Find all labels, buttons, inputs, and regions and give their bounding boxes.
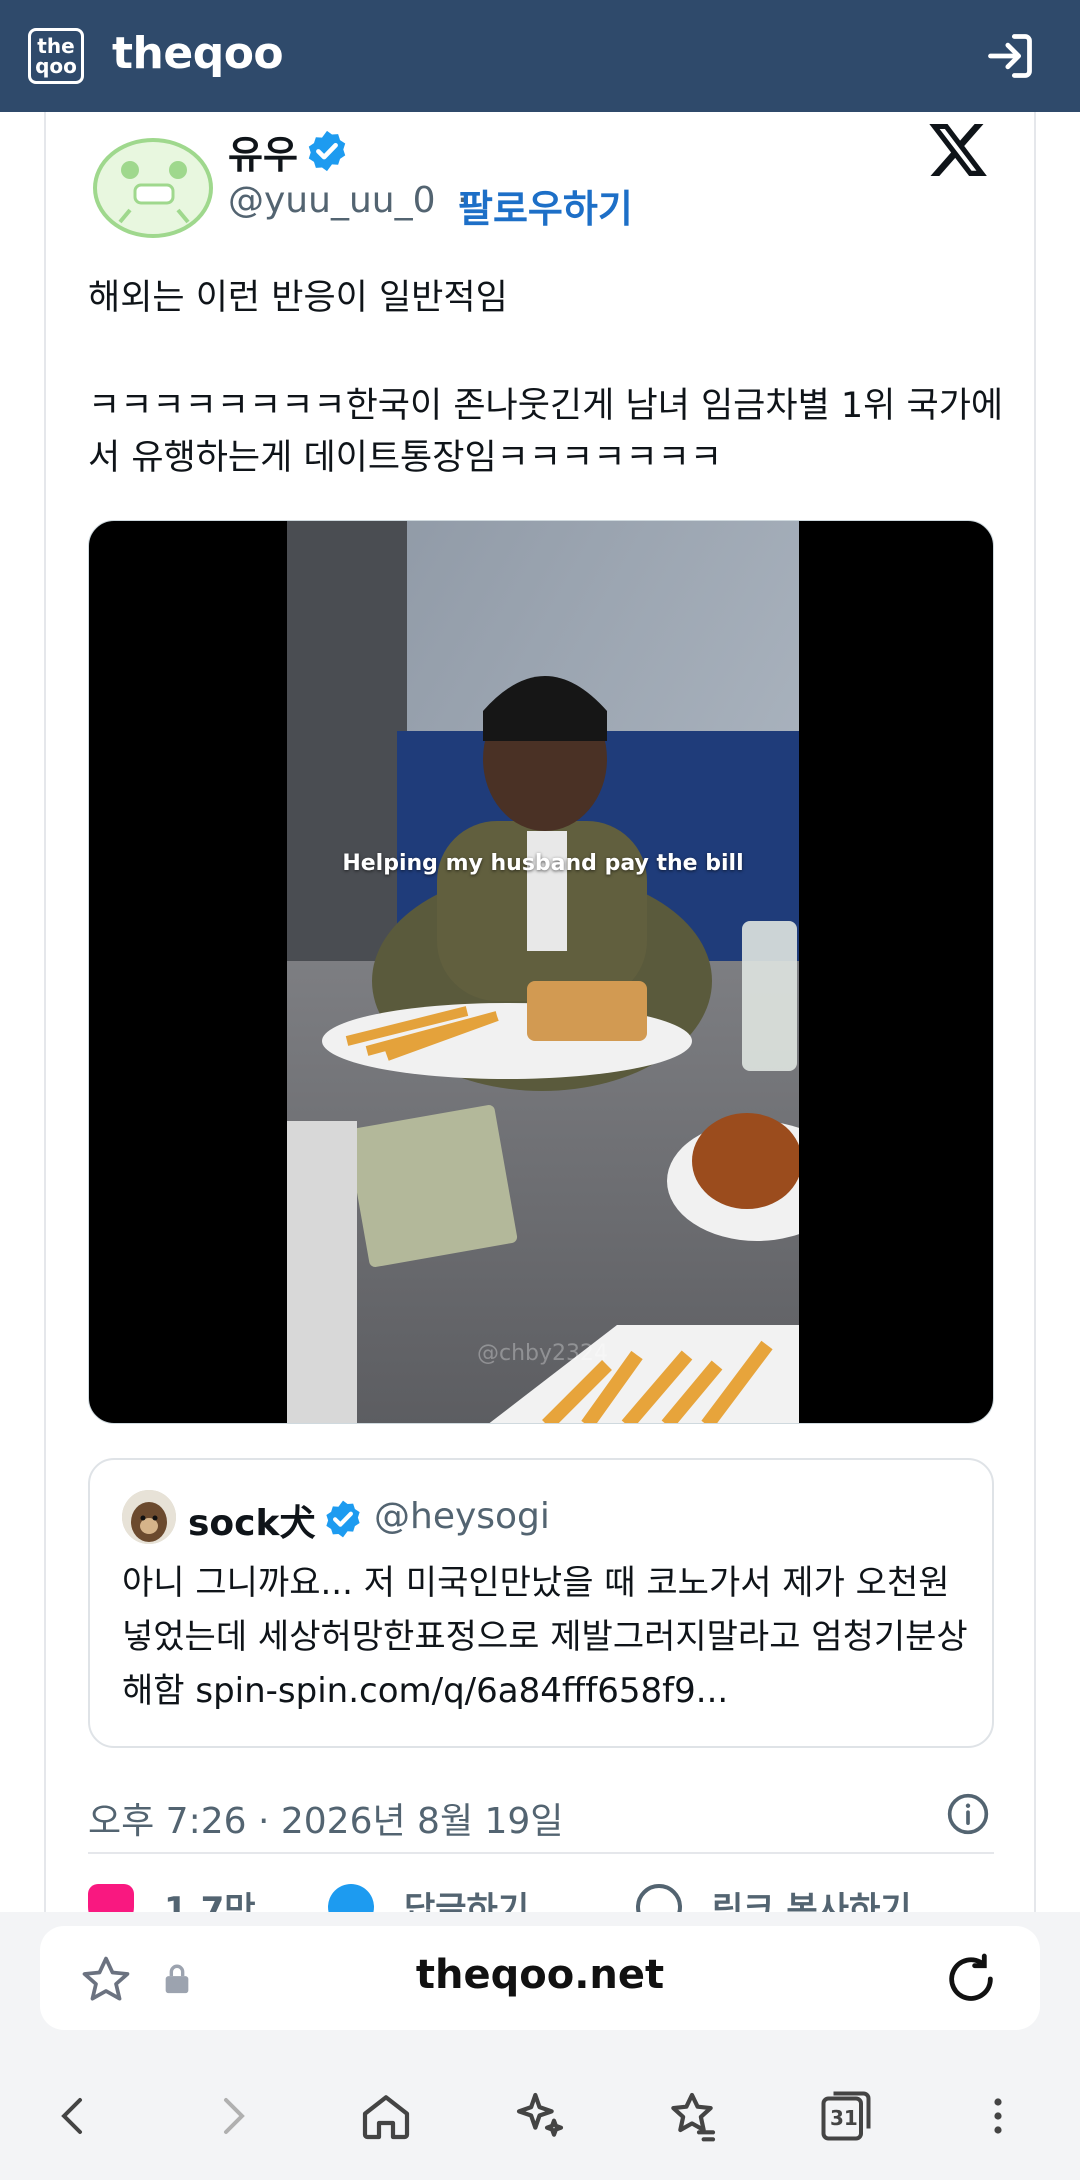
site-logo[interactable]: the qoo [28,28,84,84]
browser-nav-bar: 31 [0,2062,1080,2172]
quoted-author-handle: @heysogi [374,1496,550,1537]
quoted-tweet[interactable]: sock犬 @heysogi 아니 그니까요... 저 미국인만났을 때 코노가… [88,1458,994,1748]
sparkle-icon [516,2092,564,2137]
link-icon [636,1883,682,1912]
forward-button[interactable] [196,2080,268,2152]
tweet-actions: 1.7만 답글하기 링크 복사하기 [88,1882,994,1912]
quoted-author-avatar [122,1490,176,1544]
verified-badge-icon [308,130,346,172]
author-name[interactable]: 유우 [228,124,298,179]
divider [88,1852,994,1854]
ai-button[interactable] [504,2080,576,2152]
address-bar[interactable]: theqoo.net [40,1926,1040,2030]
reply-label: 답글하기 [404,1890,530,1912]
forward-icon [224,2098,245,2134]
tweet-embed: 유우 @yuu_uu_0 · 팔로우하기 해외는 이런 반응이 일반적임 ㅋㅋㅋ… [44,112,1036,1912]
more-icon [994,2098,1002,2134]
tweet-timestamp[interactable]: 오후 7:26 · 2026년 8월 19일 [88,1792,563,1844]
video-scene-image [287,521,799,1423]
verified-badge-icon [326,1500,360,1538]
home-icon [362,2095,410,2140]
tabs-button[interactable]: 31 [810,2080,882,2152]
browser-toolbar: theqoo.net 31 [0,1912,1080,2180]
more-menu-button[interactable] [962,2080,1034,2152]
author-avatar[interactable] [90,130,220,240]
author-handle-text: @yuu_uu_0 [228,180,436,221]
back-icon [61,2098,82,2134]
bookmarks-icon [671,2092,716,2142]
video-watermark: @chby2324 [477,1341,609,1366]
site-logo-text: the qoo [35,34,77,78]
like-count: 1.7만 [164,1890,256,1912]
tweet-text-line-2: ㅋㅋㅋㅋㅋㅋㅋㅋ한국이 존나웃긴게 남녀 임금차별 1위 국가에서 유행하는게 … [88,386,1004,478]
bookmarks-button[interactable] [656,2080,728,2152]
reload-icon[interactable] [942,1950,1000,2008]
home-button[interactable] [350,2080,422,2152]
back-button[interactable] [38,2080,110,2152]
page-content: 유우 @yuu_uu_0 · 팔로우하기 해외는 이런 반응이 일반적임 ㅋㅋㅋ… [0,112,1080,1912]
site-header: the qoo theqoo [0,0,1080,112]
copy-link-label: 링크 복사하기 [712,1890,912,1912]
x-logo-icon[interactable] [926,118,990,182]
site-name[interactable]: theqoo [112,28,284,79]
tweet-text-line-1: 해외는 이런 반응이 일반적임 [88,278,508,318]
heart-icon [88,1883,134,1912]
url-text[interactable]: theqoo.net [40,1952,1040,1998]
like-button[interactable]: 1.7만 [88,1882,256,1912]
tweet-video[interactable]: Helping my husband pay the bill @chby232… [88,520,994,1424]
video-caption: Helping my husband pay the bill [342,851,744,876]
reply-icon [328,1883,374,1912]
author-handle[interactable]: @yuu_uu_0 · [228,180,468,221]
video-frame: Helping my husband pay the bill @chby232… [287,521,799,1423]
login-icon[interactable] [984,30,1036,82]
info-icon[interactable] [946,1792,990,1836]
copy-link-button[interactable]: 링크 복사하기 [636,1882,912,1912]
quoted-tweet-text: 아니 그니까요... 저 미국인만났을 때 코노가서 제가 오천원 넣었는데 세… [122,1563,968,1711]
reply-button[interactable]: 답글하기 [328,1882,529,1912]
quoted-author-name: sock犬 [188,1503,316,1544]
tabs-count: 31 [830,2106,858,2130]
follow-button[interactable]: 팔로우하기 [458,178,633,233]
